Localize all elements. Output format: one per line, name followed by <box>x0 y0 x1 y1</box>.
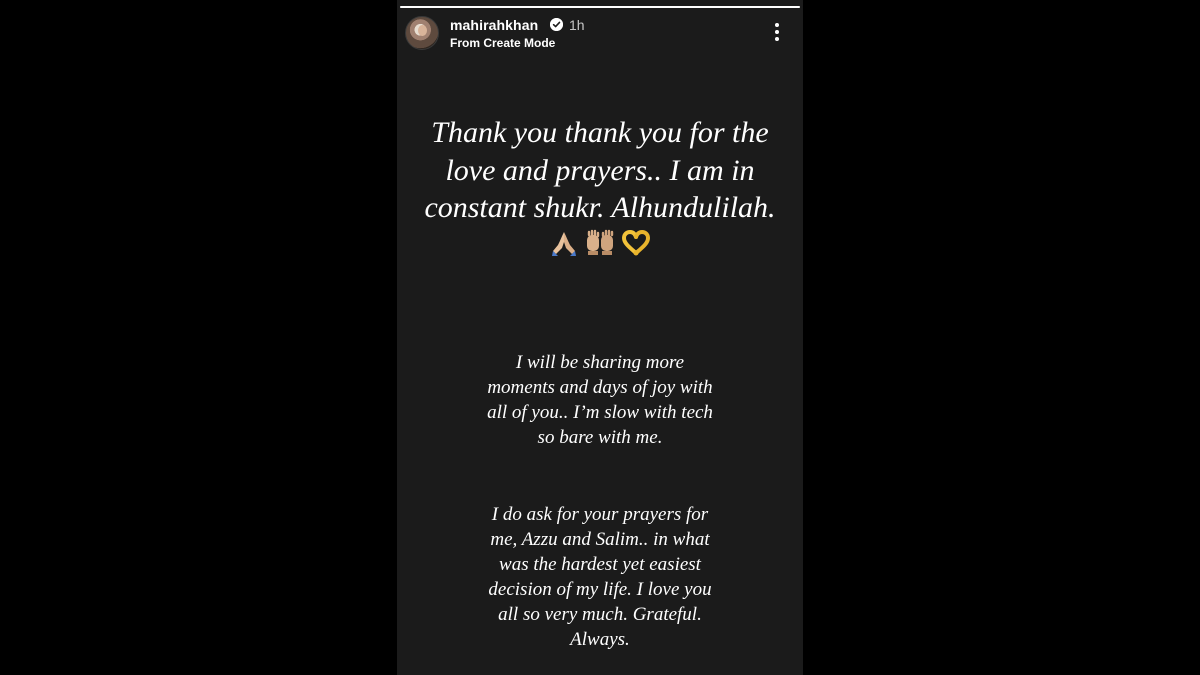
story-text-line: was the hardest yet easiest <box>499 554 701 575</box>
story-text-line: moments and days of joy with <box>487 377 713 398</box>
raised-hands-icon <box>585 229 615 262</box>
story-progress-bar <box>400 6 800 8</box>
story-viewer[interactable]: mahirahkhan 1h From Create Mode Thank yo… <box>397 0 803 675</box>
story-text-block-3: I do ask for your prayers for me, Azzu a… <box>397 502 803 652</box>
story-text-line: Thank you thank you for the <box>431 116 769 149</box>
story-text-line: Always. <box>570 629 630 650</box>
story-text-line: me, Azzu and Salim.. in what <box>490 529 710 550</box>
avatar-face <box>418 25 427 36</box>
more-vertical-icon[interactable] <box>765 20 789 44</box>
username-link[interactable]: mahirahkhan <box>450 17 538 33</box>
story-text-line: love and prayers.. I am in <box>445 153 755 187</box>
verified-badge-icon <box>550 18 563 31</box>
timestamp: 1h <box>569 17 585 33</box>
story-text-line: constant shukr. Alhundulilah. <box>424 191 776 224</box>
story-text-line: all of you.. I’m slow with tech <box>487 402 713 423</box>
story-subtitle: From Create Mode <box>450 36 556 50</box>
emoji-row <box>397 229 803 257</box>
page: mahirahkhan 1h From Create Mode Thank yo… <box>0 0 1200 675</box>
folded-hands-icon <box>549 229 579 262</box>
heart-hands-icon <box>621 229 651 262</box>
story-text-line: I will be sharing more <box>515 352 685 373</box>
story-text-line: decision of my life. I love you <box>488 579 712 600</box>
story-text-block-2: I will be sharing more moments and days … <box>397 350 803 450</box>
avatar[interactable] <box>405 16 439 50</box>
story-text-line: so bare with me. <box>537 427 663 448</box>
story-text-line: all so very much. Grateful. <box>498 604 702 625</box>
story-progress-fill <box>400 6 800 8</box>
story-text-block-1: Thank you thank you for the love and pra… <box>397 114 803 227</box>
story-header: mahirahkhan 1h From Create Mode <box>405 16 795 50</box>
story-text-line: I do ask for your prayers for <box>491 504 709 525</box>
